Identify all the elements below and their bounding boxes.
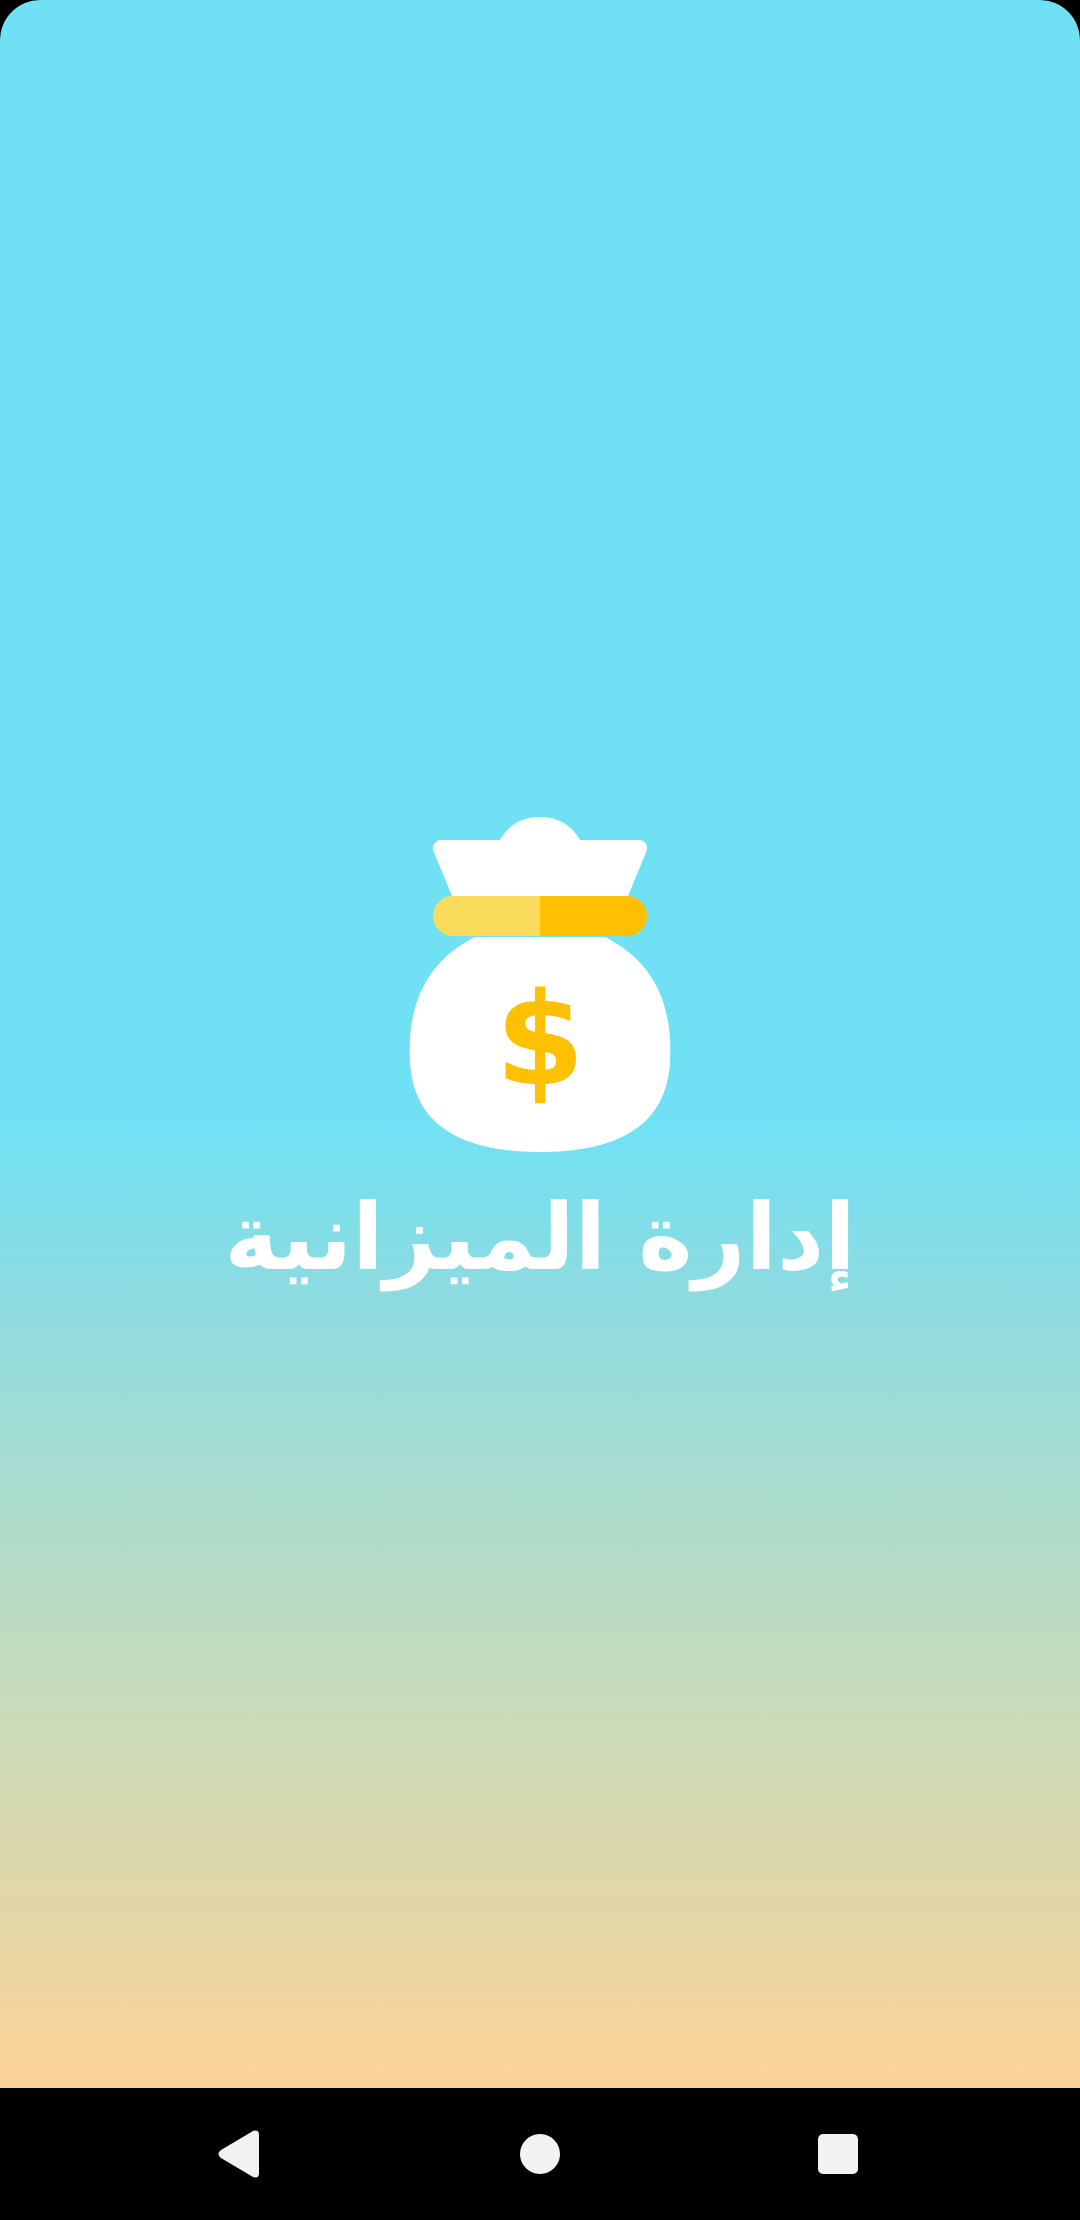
svg-text:$: $ — [495, 966, 584, 1115]
square-recents-icon — [818, 2134, 858, 2174]
circle-home-icon — [520, 2134, 560, 2174]
splash-background: $ إدارة الميزانية — [0, 0, 1080, 2088]
recents-button[interactable] — [802, 2118, 874, 2190]
splash-screen: $ إدارة الميزانية — [0, 0, 1080, 2220]
app-title: إدارة الميزانية — [224, 1184, 856, 1291]
triangle-back-icon — [218, 2130, 259, 2178]
back-button[interactable] — [203, 2118, 275, 2190]
home-button[interactable] — [504, 2118, 576, 2190]
money-bag-icon: $ — [409, 817, 671, 1152]
